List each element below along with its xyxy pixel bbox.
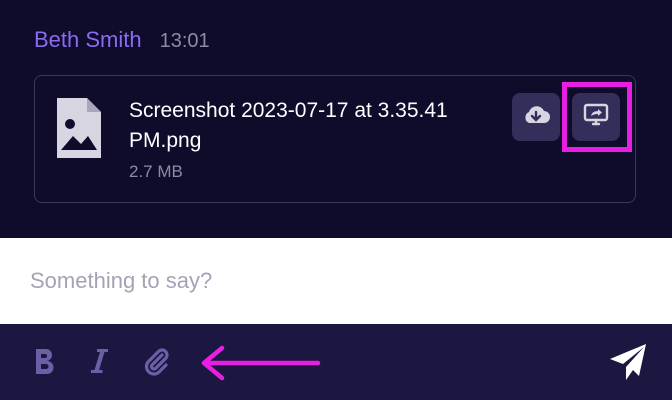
message-input[interactable] <box>0 238 672 324</box>
paperclip-icon <box>141 346 171 381</box>
italic-icon <box>88 347 110 380</box>
formatting-toolbar <box>0 324 672 400</box>
download-button[interactable] <box>512 93 560 141</box>
annotation-highlight-box <box>562 82 632 152</box>
image-file-icon <box>55 96 103 162</box>
cloud-download-icon <box>522 104 550 131</box>
message-time: 13:01 <box>159 30 210 52</box>
file-name[interactable]: Screenshot 2023-07-17 at 3.35.41 PM.png <box>129 96 509 156</box>
bold-icon <box>33 347 57 380</box>
file-size: 2.7 MB <box>129 162 183 181</box>
chat-message-area: Beth Smith 13:01 Screenshot 2023-07-17 a… <box>0 0 672 238</box>
file-attachment-card: Screenshot 2023-07-17 at 3.35.41 PM.png … <box>34 75 636 203</box>
message-composer <box>0 238 672 324</box>
attach-button[interactable] <box>140 346 172 381</box>
annotation-arrow-icon <box>201 345 321 381</box>
send-icon <box>606 344 650 388</box>
bold-button[interactable] <box>30 348 60 378</box>
author-name[interactable]: Beth Smith <box>34 27 142 53</box>
italic-button[interactable] <box>86 348 112 378</box>
message-header: Beth Smith 13:01 <box>34 27 210 53</box>
send-button[interactable] <box>606 340 650 384</box>
